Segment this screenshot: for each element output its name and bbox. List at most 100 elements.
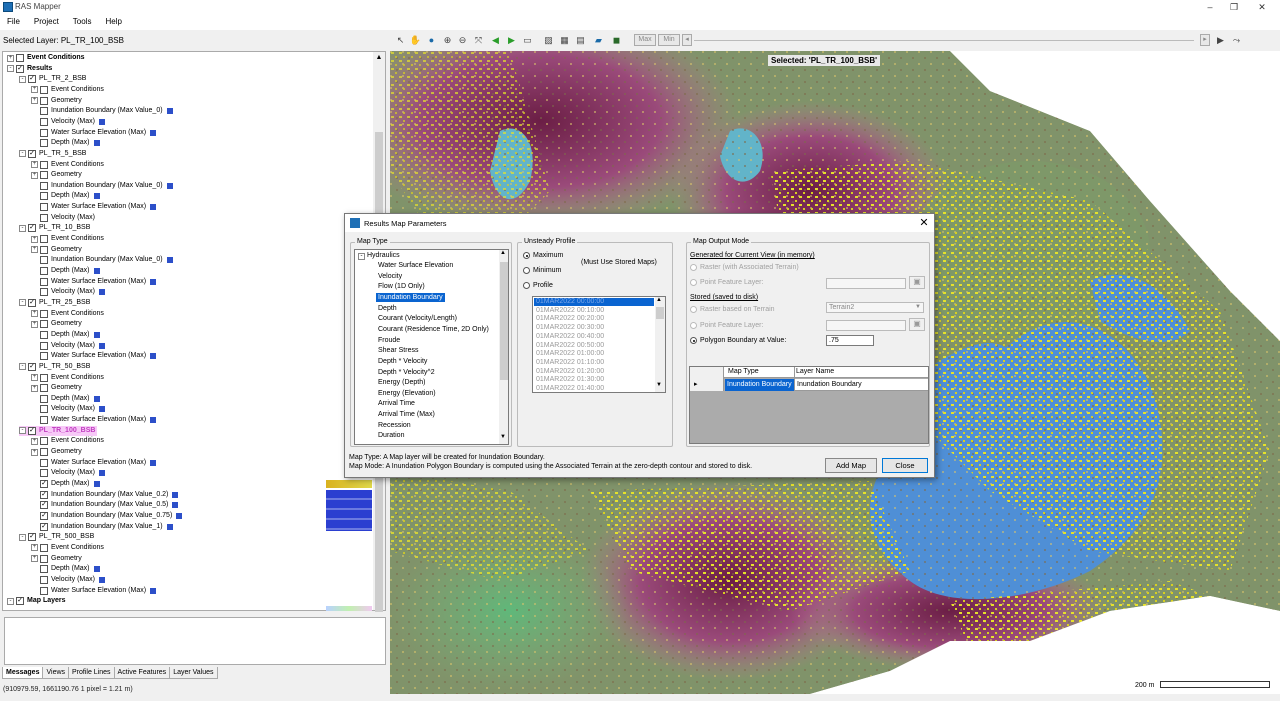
tree-row[interactable]: Inundation Boundary (Max Value_0)	[31, 106, 173, 116]
layer-properties-icon[interactable]	[166, 523, 173, 530]
expand-icon[interactable]: +	[31, 235, 38, 243]
layer-checkbox[interactable]	[40, 128, 48, 137]
layer-properties-icon[interactable]	[93, 268, 100, 274]
tree-row[interactable]: + Event Conditions	[31, 543, 104, 553]
menu-project[interactable]: Project	[27, 15, 66, 26]
polygon-boundary-radio[interactable]: Polygon Boundary at Value:	[690, 336, 786, 345]
layer-checkbox[interactable]	[40, 575, 48, 584]
layer-checkbox[interactable]	[40, 373, 48, 382]
layer-checkbox[interactable]	[40, 267, 48, 275]
tree-row[interactable]: Water Surface Elevation (Max)	[31, 351, 157, 361]
tree-row[interactable]: - ✓ PL_TR_50_BSB	[19, 362, 90, 372]
layer-checkbox[interactable]: ✓	[40, 480, 48, 488]
expand-icon[interactable]: +	[31, 171, 38, 179]
tree-row[interactable]: + Event Conditions	[31, 85, 104, 95]
map-type-item[interactable]: Velocity	[378, 272, 402, 281]
map-type-item[interactable]: Inundation Boundary	[376, 292, 445, 302]
map-type-item[interactable]: Energy (Depth)	[378, 378, 425, 387]
play-icon[interactable]: ▶	[1214, 33, 1227, 47]
profile-radio[interactable]: Profile	[523, 281, 553, 290]
profile-time-item[interactable]: 01MAR2022 00:30:00	[534, 324, 654, 332]
time-slider-right[interactable]: ▸	[1200, 34, 1210, 46]
animate-icon[interactable]: ▰	[592, 33, 605, 47]
layer-properties-icon[interactable]	[166, 257, 173, 264]
tree-row[interactable]: + Geometry	[31, 319, 82, 329]
close-button[interactable]: Close	[882, 458, 928, 473]
map-type-item[interactable]: Arrival Time (Max)	[378, 410, 435, 419]
layer-properties-icon[interactable]	[93, 331, 100, 338]
tab-active-features[interactable]: Active Features	[113, 667, 171, 679]
layer-properties-icon[interactable]	[93, 481, 100, 487]
collapse-icon[interactable]: -	[19, 224, 26, 232]
layer-checkbox[interactable]: ✓	[28, 426, 36, 435]
layer-checkbox[interactable]	[40, 405, 48, 414]
layer-properties-icon[interactable]	[98, 289, 105, 296]
minimize-icon[interactable]: –	[1198, 0, 1222, 14]
point-feature-radio-2[interactable]: Point Feature Layer:	[690, 321, 763, 330]
layer-checkbox[interactable]	[40, 117, 48, 126]
tree-row[interactable]: + Event Conditions	[31, 309, 104, 319]
expand-icon[interactable]: +	[7, 54, 14, 62]
layer-checkbox[interactable]: ✓	[28, 149, 36, 158]
layer-checkbox[interactable]	[40, 85, 48, 94]
layer-checkbox[interactable]	[40, 394, 48, 403]
tree-row[interactable]: + Geometry	[31, 96, 82, 106]
layer-checkbox[interactable]	[40, 96, 48, 105]
layer-properties-icon[interactable]	[150, 278, 157, 285]
layer-checkbox[interactable]: ✓	[28, 362, 36, 371]
hydraulics-tree-node[interactable]: - Hydraulics	[358, 251, 400, 260]
layer-checkbox[interactable]	[40, 139, 48, 148]
layer-properties-icon[interactable]	[98, 406, 105, 413]
layer-checkbox[interactable]: ✓	[16, 597, 24, 606]
tree-row[interactable]: Water Surface Elevation (Max)	[31, 128, 157, 138]
collapse-icon[interactable]: -	[19, 75, 26, 83]
map-type-list[interactable]: - Hydraulics ▲ ▼ Water Surface Elevation…	[354, 249, 509, 445]
tree-row[interactable]: + Event Conditions	[7, 53, 85, 63]
tree-row[interactable]: Water Surface Elevation (Max)	[31, 277, 157, 287]
raster-associated-radio[interactable]: Raster (with Associated Terrain)	[690, 263, 799, 272]
layer-checkbox[interactable]	[40, 330, 48, 339]
layer-checkbox[interactable]	[40, 416, 48, 425]
tree-row[interactable]: ✓ Inundation Boundary (Max Value_0.2)	[31, 490, 179, 500]
tree-row[interactable]: + Geometry	[31, 554, 82, 564]
tree-row[interactable]: ✓ Inundation Boundary (Max Value_1)	[31, 522, 173, 532]
expand-icon[interactable]: +	[31, 320, 38, 328]
tree-row[interactable]: - ✓ Results	[7, 64, 52, 74]
layer-properties-icon[interactable]	[98, 576, 105, 583]
profile-time-item[interactable]: 01MAR2022 00:00:00	[534, 298, 654, 306]
layer-properties-icon[interactable]	[150, 587, 157, 594]
map-type-item[interactable]: Courant (Velocity/Length)	[378, 314, 457, 323]
map-type-scrollbar[interactable]: ▲ ▼	[499, 250, 508, 444]
profile-time-item[interactable]: 01MAR2022 00:20:00	[534, 315, 654, 323]
layer-checkbox[interactable]: ✓	[40, 522, 48, 531]
tab-profile-lines[interactable]: Profile Lines	[68, 667, 115, 679]
layer-checkbox[interactable]	[40, 277, 48, 286]
expand-icon[interactable]: +	[31, 448, 38, 456]
time-slider-track[interactable]	[694, 40, 1194, 41]
layer-checkbox[interactable]	[40, 554, 48, 563]
forward-arrow-icon[interactable]: ▶	[505, 33, 518, 47]
tree-row[interactable]: Depth (Max)	[31, 266, 100, 276]
max-button[interactable]: Max	[634, 34, 656, 46]
menu-help[interactable]: Help	[98, 15, 128, 26]
layer-checkbox[interactable]	[40, 320, 48, 329]
tree-row[interactable]: - ✓ PL_TR_5_BSB	[19, 149, 86, 159]
profile-time-item[interactable]: 01MAR2022 01:40:00	[534, 385, 654, 392]
layer-checkbox[interactable]	[40, 203, 48, 212]
layer-checkbox[interactable]	[40, 437, 48, 446]
profile-time-list[interactable]: ▲ ▼ 01MAR2022 00:00:00 01MAR2022 00:10:00…	[532, 296, 666, 393]
layers-icon[interactable]: ▤	[574, 33, 587, 47]
tree-row[interactable]: ✓ Depth (Max)	[31, 479, 100, 489]
layer-checkbox[interactable]	[40, 213, 48, 222]
map-type-item[interactable]: Energy (Elevation)	[378, 389, 436, 398]
back-arrow-icon[interactable]: ◀	[489, 33, 502, 47]
layer-checkbox[interactable]	[40, 469, 48, 478]
layer-properties-icon[interactable]	[93, 566, 100, 573]
collapse-icon[interactable]: -	[19, 533, 26, 541]
grid-cell-layer-name[interactable]: Inundation Boundary	[795, 379, 928, 391]
globe-icon[interactable]: ●	[425, 33, 438, 47]
tree-row[interactable]: + Geometry	[31, 383, 82, 393]
layer-checkbox[interactable]	[40, 245, 48, 254]
full-extent-icon[interactable]: ⤧	[472, 33, 485, 47]
profile-time-item[interactable]: 01MAR2022 01:10:00	[534, 359, 654, 367]
